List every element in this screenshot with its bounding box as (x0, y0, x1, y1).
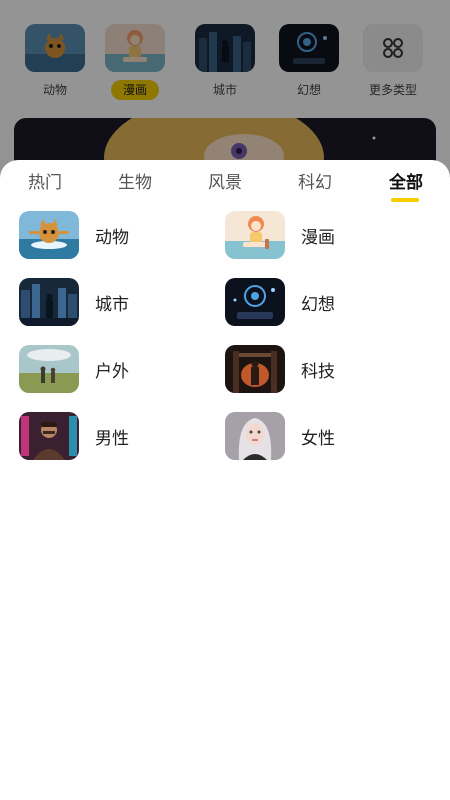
tab-scenery[interactable]: 风景 (206, 171, 244, 195)
grid-item-city[interactable]: 城市 (19, 277, 219, 327)
comic-thumbnail (225, 211, 285, 259)
grid-item-animal[interactable]: 动物 (19, 210, 219, 260)
grid-item-label: 男性 (95, 428, 129, 449)
grid-item-label: 幻想 (301, 294, 335, 315)
grid-item-male[interactable]: 男性 (19, 411, 219, 461)
grid-item-label: 女性 (301, 428, 335, 449)
outdoor-thumbnail (19, 345, 79, 393)
category-sheet: 热门 生物 风景 科幻 全部 动物 漫画 城市 幻想 户外 科技 男性 女性 (0, 160, 450, 800)
tab-scifi[interactable]: 科幻 (296, 171, 334, 195)
tech-thumbnail (225, 345, 285, 393)
grid-item-female[interactable]: 女性 (225, 411, 425, 461)
grid-item-fantasy[interactable]: 幻想 (225, 277, 425, 327)
grid-item-label: 户外 (95, 361, 129, 382)
tab-all[interactable]: 全部 (386, 171, 426, 195)
female-thumbnail (225, 412, 285, 460)
grid-item-label: 科技 (301, 361, 335, 382)
grid-item-label: 动物 (95, 227, 129, 248)
grid-item-outdoor[interactable]: 户外 (19, 344, 219, 394)
male-thumbnail (19, 412, 79, 460)
category-tabs: 热门 生物 风景 科幻 全部 (0, 160, 450, 208)
grid-item-label: 漫画 (301, 227, 335, 248)
city-thumbnail (19, 278, 79, 326)
active-tab-indicator (391, 198, 419, 202)
grid-item-tech[interactable]: 科技 (225, 344, 425, 394)
grid-item-comic[interactable]: 漫画 (225, 210, 425, 260)
tab-creature[interactable]: 生物 (116, 171, 154, 195)
grid-item-label: 城市 (95, 294, 129, 315)
animal-thumbnail (19, 211, 79, 259)
fantasy-thumbnail (225, 278, 285, 326)
tab-hot[interactable]: 热门 (26, 171, 64, 195)
